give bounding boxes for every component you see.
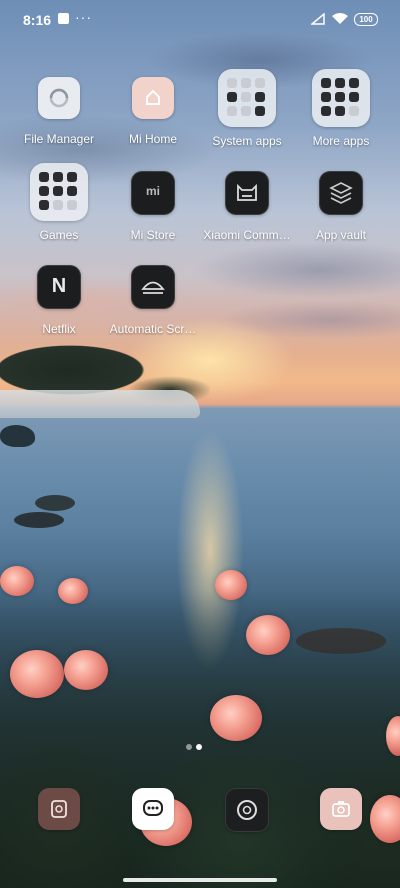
- rose: [10, 650, 64, 698]
- app-vault-icon: [319, 171, 363, 215]
- camera-icon: [320, 788, 362, 830]
- dock-messages[interactable]: [105, 788, 201, 830]
- notification-icon: [58, 13, 69, 24]
- file-manager-icon: [38, 77, 80, 119]
- xiaomi-community-icon: [225, 171, 269, 215]
- clock: 8:16: [23, 12, 52, 28]
- status-bar: 8:16 ··· 100: [0, 0, 400, 38]
- rose: [0, 566, 34, 596]
- page-dot: [186, 744, 192, 750]
- rose: [210, 695, 262, 741]
- messages-icon: [132, 788, 174, 830]
- app-label: App vault: [315, 228, 367, 242]
- browser-icon: [225, 788, 269, 832]
- app-label: Xiaomi Comm…: [203, 228, 291, 242]
- page-dot-active: [196, 744, 202, 750]
- app-label: More apps: [312, 134, 370, 148]
- signal-icon: [311, 13, 325, 25]
- rose: [246, 615, 290, 655]
- mi-logo: mi: [145, 184, 160, 198]
- dock-browser[interactable]: [199, 788, 295, 832]
- rock: [0, 425, 35, 447]
- home-gesture-bar[interactable]: [123, 878, 277, 882]
- battery-icon: 100: [354, 13, 378, 26]
- app-label: Netflix: [42, 322, 76, 336]
- rose: [64, 650, 108, 690]
- netflix-logo: N: [51, 275, 67, 297]
- page-indicator[interactable]: [186, 737, 206, 755]
- app-mi-home[interactable]: Mi Home: [105, 77, 201, 146]
- folder-icon: [218, 69, 276, 127]
- gallery-icon: [38, 788, 80, 830]
- folder-system-apps[interactable]: System apps: [199, 69, 295, 148]
- rose: [215, 570, 247, 600]
- app-app-vault[interactable]: App vault: [293, 171, 389, 242]
- netflix-icon: N: [37, 265, 81, 309]
- folder-games[interactable]: Games: [11, 163, 107, 242]
- folder-icon: [312, 69, 370, 127]
- automatic-screen-icon: [131, 265, 175, 309]
- mi-store-icon: mi: [131, 171, 175, 215]
- app-automatic-screen[interactable]: Automatic Scr…: [105, 265, 201, 336]
- app-file-manager[interactable]: File Manager: [11, 77, 107, 146]
- rock: [14, 512, 64, 528]
- folder-more-apps[interactable]: More apps: [293, 69, 389, 148]
- dock-gallery[interactable]: [11, 788, 107, 830]
- mi-home-icon: [132, 77, 174, 119]
- app-label: Mi Store: [130, 228, 176, 242]
- app-mi-store[interactable]: mi Mi Store: [105, 171, 201, 242]
- app-label: File Manager: [23, 132, 95, 146]
- app-netflix[interactable]: N Netflix: [11, 265, 107, 336]
- more-notifications-icon: ···: [75, 9, 92, 25]
- wifi-icon: [332, 13, 348, 24]
- app-xiaomi-community[interactable]: Xiaomi Comm…: [199, 171, 295, 242]
- app-label: Automatic Scr…: [109, 322, 197, 336]
- rock: [35, 495, 75, 511]
- dock-camera[interactable]: [293, 788, 389, 830]
- folder-icon: [30, 163, 88, 221]
- rose: [58, 578, 88, 604]
- app-label: Mi Home: [128, 132, 177, 146]
- app-label: System apps: [212, 134, 282, 148]
- app-label: Games: [39, 228, 79, 242]
